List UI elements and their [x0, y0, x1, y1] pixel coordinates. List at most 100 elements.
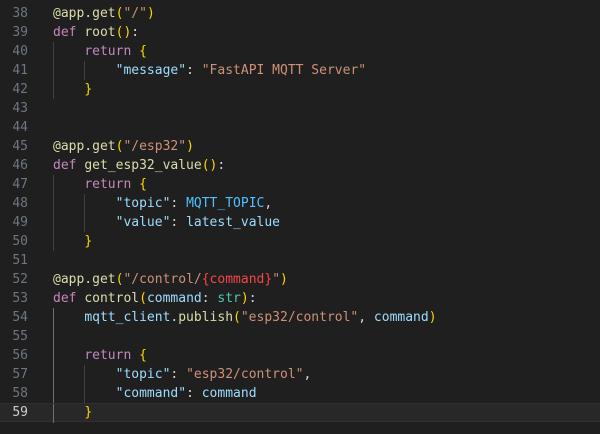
code-line-44[interactable]: 44	[0, 118, 600, 137]
code-line-48[interactable]: 48 "topic": MQTT_TOPIC,	[0, 194, 600, 213]
code-line-39[interactable]: 39 def root():	[0, 23, 600, 42]
line-number: 52	[12, 272, 28, 287]
code-token: :	[186, 386, 202, 401]
line-number: 51	[12, 253, 28, 268]
code-token: @app.get	[53, 272, 116, 287]
code-token: :	[186, 63, 202, 78]
code-token: get_esp32_value	[84, 158, 202, 173]
code-token: }	[84, 82, 93, 97]
code-token: :	[201, 291, 218, 306]
code-line-43[interactable]: 43	[0, 99, 600, 118]
code-token: :	[131, 25, 140, 40]
line-number: 46	[12, 158, 28, 173]
code-token: command	[146, 291, 202, 306]
line-code: return {	[53, 346, 147, 365]
code-line-59[interactable]: 59 }	[0, 403, 600, 423]
code-token: (	[233, 310, 241, 325]
line-number: 55	[12, 329, 28, 344]
line-number: 57	[12, 367, 28, 382]
code-line-45[interactable]: 45 @app.get("/esp32")	[0, 137, 600, 156]
code-line-53[interactable]: 53 def control(command: str):	[0, 289, 600, 308]
line-code: @app.get("/control/{command}")	[53, 270, 288, 289]
code-token: ,	[358, 310, 374, 325]
code-token: return	[84, 44, 140, 59]
line-number: 39	[12, 25, 28, 40]
line-number: 43	[12, 101, 28, 116]
code-line-50[interactable]: 50 }	[0, 232, 600, 251]
line-number: 40	[12, 44, 28, 59]
line-code: "message": "FastAPI MQTT Server"	[53, 61, 366, 80]
code-token: def	[53, 25, 85, 40]
code-line-52[interactable]: 52 @app.get("/control/{command}")	[0, 270, 600, 289]
line-number: 44	[12, 120, 28, 135]
code-token: ,	[264, 196, 273, 211]
code-token: )	[146, 6, 155, 21]
code-token: latest_value	[186, 215, 280, 230]
code-token: control	[84, 291, 140, 306]
code-line-56[interactable]: 56 return {	[0, 346, 600, 365]
code-line-47[interactable]: 47 return {	[0, 175, 600, 194]
code-token: "FastAPI MQTT Server"	[201, 63, 367, 78]
code-token: "value"	[115, 215, 171, 230]
code-line-40[interactable]: 40 return {	[0, 42, 600, 61]
code-line-54[interactable]: 54 mqtt_client.publish("esp32/control", …	[0, 308, 600, 327]
line-number: 41	[12, 63, 28, 78]
code-token: {command}	[201, 272, 273, 287]
line-code: return {	[53, 175, 147, 194]
code-token: {	[139, 44, 147, 59]
code-token: "topic"	[115, 196, 171, 211]
line-code: }	[53, 404, 92, 421]
code-token: root	[84, 25, 116, 40]
line-number: 58	[12, 386, 28, 401]
line-code: }	[53, 232, 92, 251]
code-token: )	[280, 272, 288, 287]
line-code: "topic": MQTT_TOPIC,	[53, 194, 273, 213]
code-token: :	[248, 291, 257, 306]
code-token: :	[170, 367, 187, 382]
code-token: {	[139, 348, 147, 363]
code-token: ()	[201, 158, 218, 173]
code-editor[interactable]: 38 @app.get("/") 39 def root(): 40 return {4…	[0, 0, 600, 434]
code-token: (	[139, 291, 147, 306]
code-line-41[interactable]: 41 "message": "FastAPI MQTT Server"	[0, 61, 600, 80]
code-token: "/"	[123, 6, 147, 21]
line-code: @app.get("/esp32")	[53, 137, 194, 156]
code-token: "esp32/control"	[186, 367, 304, 382]
code-line-49[interactable]: 49 "value": latest_value	[0, 213, 600, 232]
code-token: publish	[178, 310, 234, 325]
code-line-58[interactable]: 58 "command": command	[0, 384, 600, 403]
code-line-51[interactable]: 51	[0, 251, 600, 270]
line-number: 54	[12, 310, 28, 325]
code-token: :	[217, 158, 226, 173]
code-token: @app.get	[53, 139, 116, 154]
line-number: 47	[12, 177, 28, 192]
code-token: "/esp32"	[123, 139, 187, 154]
code-line-55[interactable]: 55	[0, 327, 600, 346]
code-token: @app.get	[53, 6, 116, 21]
code-token: def	[53, 158, 85, 173]
code-token: :	[170, 196, 187, 211]
code-line-38[interactable]: 38 @app.get("/")	[0, 4, 600, 23]
code-token: ,	[303, 367, 312, 382]
code-token: {	[139, 177, 147, 192]
code-token: }	[84, 405, 93, 420]
code-token: def	[53, 291, 85, 306]
line-code: "topic": "esp32/control",	[53, 365, 312, 384]
code-line-57[interactable]: 57 "topic": "esp32/control",	[0, 365, 600, 384]
code-line-46[interactable]: 46 def get_esp32_value():	[0, 156, 600, 175]
code-line-42[interactable]: 42 }	[0, 80, 600, 99]
line-number: 45	[12, 139, 28, 154]
line-number: 56	[12, 348, 28, 363]
line-number: 53	[12, 291, 28, 306]
line-code: mqtt_client.publish("esp32/control", com…	[53, 308, 436, 327]
